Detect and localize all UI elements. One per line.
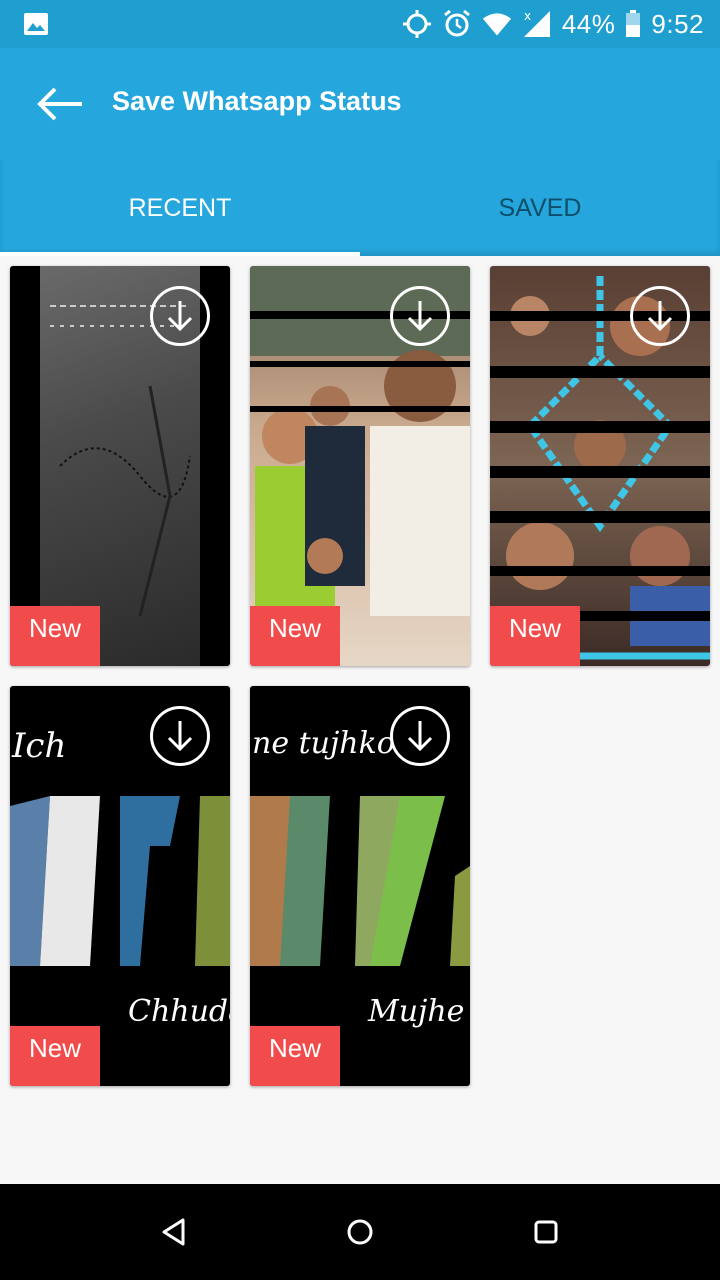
new-badge: New [10, 606, 100, 666]
arrow-left-icon [37, 87, 82, 121]
page-title: Save Whatsapp Status [112, 86, 402, 116]
download-button[interactable] [390, 286, 450, 346]
download-circle-icon [167, 721, 193, 752]
tab-saved[interactable]: SAVED [360, 160, 720, 256]
app-bar: Save Whatsapp Status [0, 48, 720, 160]
navigation-bar [0, 1184, 720, 1280]
recents-square-icon [534, 1220, 558, 1244]
overlay-text-bottom: Mujhe [368, 994, 465, 1029]
tab-bar: RECENT SAVED [0, 160, 720, 256]
nav-recents-button[interactable] [526, 1212, 566, 1252]
download-circle-icon [407, 721, 433, 752]
status-card[interactable]: ne tujhko Mujhe New [250, 686, 470, 1086]
status-card[interactable]: Ich Chhudaye New [10, 686, 230, 1086]
status-card[interactable]: New [250, 266, 470, 666]
download-button[interactable] [150, 706, 210, 766]
overlay-text-top: ne tujhko [252, 726, 395, 761]
nav-back-button[interactable] [154, 1212, 194, 1252]
status-card[interactable]: New [10, 266, 230, 666]
back-triangle-icon [162, 1218, 185, 1246]
gallery-icon [24, 13, 48, 35]
new-badge: New [10, 1026, 100, 1086]
new-badge: New [250, 606, 340, 666]
status-card[interactable]: New [490, 266, 710, 666]
back-button[interactable] [30, 80, 90, 128]
download-circle-icon [407, 301, 433, 332]
download-circle-icon [167, 301, 193, 332]
signal-icon: x [522, 9, 552, 39]
svg-text:x: x [524, 9, 531, 23]
status-grid: New New New Ich Chhud New ne tujhko Mujh… [0, 256, 720, 1184]
battery-icon [626, 10, 641, 37]
battery-percent: 44% [561, 8, 616, 39]
overlay-text-bottom: Chhudaye [128, 994, 230, 1029]
tab-recent[interactable]: RECENT [0, 160, 360, 256]
clock: 9:52 [651, 8, 704, 39]
status-bar: x 44% 9:52 [0, 0, 720, 48]
download-button[interactable] [390, 706, 450, 766]
gps-icon [402, 9, 432, 39]
new-badge: New [490, 606, 580, 666]
alarm-icon [442, 9, 472, 39]
home-circle-icon [347, 1219, 373, 1245]
download-button[interactable] [150, 286, 210, 346]
overlay-text-top: Ich [12, 726, 67, 766]
wifi-icon [482, 9, 512, 39]
download-button[interactable] [630, 286, 690, 346]
download-circle-icon [647, 301, 673, 332]
new-badge: New [250, 1026, 340, 1086]
nav-home-button[interactable] [340, 1212, 380, 1252]
